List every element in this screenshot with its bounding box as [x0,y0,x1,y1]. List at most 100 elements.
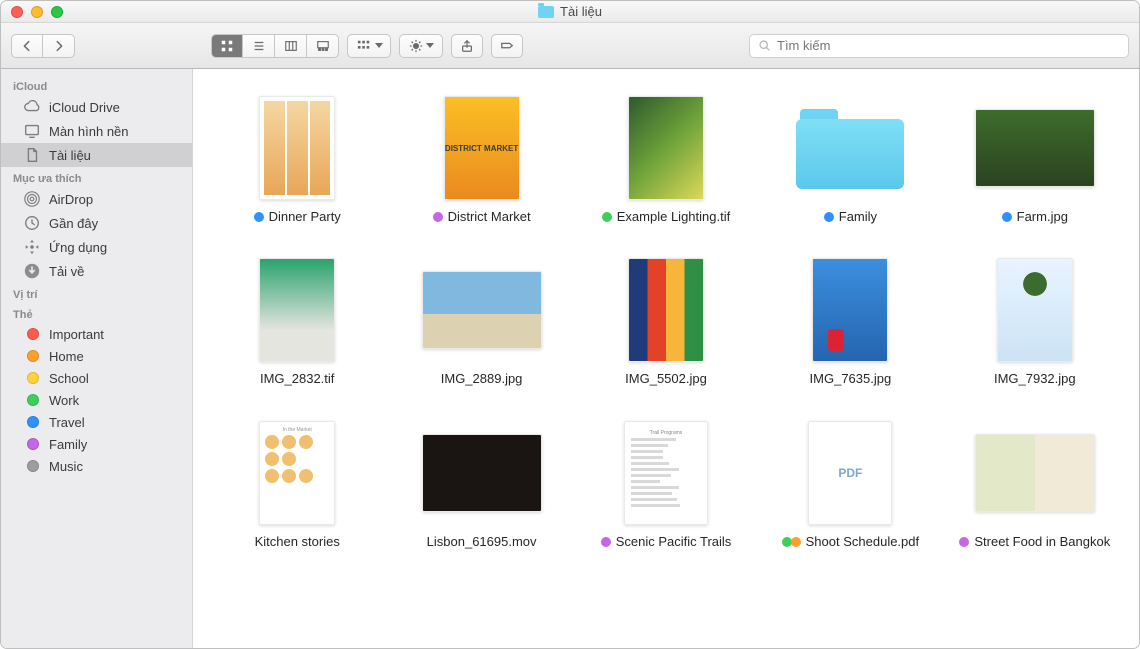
file-tag-dot [601,537,611,547]
sidebar-item-label: Gần đây [49,216,98,231]
airdrop-icon [23,190,41,208]
file-name: IMG_5502.jpg [625,371,707,387]
file-tag-dot [602,212,612,222]
action-button[interactable] [399,34,443,58]
titlebar[interactable]: Tài liệu [1,1,1139,23]
sidebar-section-icloud: iCloud [1,75,192,95]
file-name: Family [839,209,877,225]
file-item[interactable]: Example Lighting.tif [582,93,750,225]
file-label: Example Lighting.tif [602,209,730,225]
window-title: Tài liệu [1,4,1139,19]
file-thumbnail [975,93,1095,203]
file-thumbnail: In the Market [259,418,335,528]
back-button[interactable] [11,34,43,58]
sidebar-item-applications[interactable]: Ứng dụng [1,235,192,259]
sidebar-tag-family[interactable]: Family [1,433,192,455]
file-item[interactable]: Lisbon_61695.mov [397,418,565,550]
file-name: Dinner Party [269,209,341,225]
sidebar-tag-music[interactable]: Music [1,455,192,477]
tags-button[interactable] [491,34,523,58]
file-item[interactable]: IMG_5502.jpg [582,255,750,387]
sidebar-item-icloud-drive[interactable]: iCloud Drive [1,95,192,119]
sidebar-item-airdrop[interactable]: AirDrop [1,187,192,211]
sidebar-section-locations: Vị trí [1,283,192,303]
file-item[interactable]: Farm.jpg [951,93,1119,225]
sidebar-section-tags: Thẻ [1,303,192,323]
file-name: IMG_2889.jpg [441,371,523,387]
file-thumbnail: Trail Programs [624,418,708,528]
file-label: Lisbon_61695.mov [427,534,537,550]
file-item[interactable]: IMG_2889.jpg [397,255,565,387]
file-label: Kitchen stories [255,534,340,550]
file-item[interactable]: Family [766,93,934,225]
search-icon [758,39,771,52]
file-label: Scenic Pacific Trails [601,534,732,550]
sidebar-item-downloads[interactable]: Tải về [1,259,192,283]
file-item[interactable]: DISTRICT MARKETDistrict Market [397,93,565,225]
file-item[interactable]: IMG_7635.jpg [766,255,934,387]
file-label: Farm.jpg [1002,209,1068,225]
file-item[interactable]: IMG_2832.tif [213,255,381,387]
tag-label: Work [49,393,79,408]
gallery-view-button[interactable] [307,34,339,58]
file-label: IMG_2889.jpg [441,371,523,387]
file-thumbnail [422,418,542,528]
file-name: Example Lighting.tif [617,209,730,225]
file-item[interactable]: Trail Programs Scenic Pacific Trails [582,418,750,550]
file-thumbnail [808,418,892,528]
sidebar-item-label: Tài liệu [49,148,91,163]
column-view-button[interactable] [275,34,307,58]
file-label: Street Food in Bangkok [959,534,1110,550]
search-field[interactable] [749,34,1129,58]
file-name: Lisbon_61695.mov [427,534,537,550]
file-name: IMG_7932.jpg [994,371,1076,387]
desktop-icon [23,122,41,140]
chevron-down-icon [426,43,434,48]
file-item[interactable]: Dinner Party [213,93,381,225]
file-item[interactable]: In the Market Kitchen stories [213,418,381,550]
chevron-down-icon [375,43,383,48]
sidebar-tag-school[interactable]: School [1,367,192,389]
sidebar-tag-travel[interactable]: Travel [1,411,192,433]
sidebar: iCloud iCloud Drive Màn hình nền Tài liệ… [1,69,193,648]
file-label: Shoot Schedule.pdf [782,534,919,550]
file-thumbnail [975,418,1095,528]
list-view-button[interactable] [243,34,275,58]
tag-label: Important [49,327,104,342]
sidebar-tag-home[interactable]: Home [1,345,192,367]
sidebar-tag-important[interactable]: Important [1,323,192,345]
sidebar-item-label: Ứng dụng [49,240,107,255]
sidebar-tag-work[interactable]: Work [1,389,192,411]
tag-label: Music [49,459,83,474]
nav-buttons [11,34,75,58]
file-item[interactable]: Street Food in Bangkok [951,418,1119,550]
file-thumbnail [628,255,704,365]
tag-label: Home [49,349,84,364]
forward-button[interactable] [43,34,75,58]
file-thumbnail [997,255,1073,365]
icon-view-button[interactable] [211,34,243,58]
file-item[interactable]: IMG_7932.jpg [951,255,1119,387]
file-item[interactable]: Shoot Schedule.pdf [766,418,934,550]
share-button[interactable] [451,34,483,58]
sidebar-item-recents[interactable]: Gần đây [1,211,192,235]
arrange-button[interactable] [347,34,391,58]
tag-dot-icon [27,394,39,406]
cloud-icon [23,98,41,116]
sidebar-item-desktop[interactable]: Màn hình nền [1,119,192,143]
tag-label: Family [49,437,87,452]
file-tag-dot [959,537,969,547]
file-tag-dot [433,212,443,222]
file-name: Farm.jpg [1017,209,1068,225]
file-label: Family [824,209,877,225]
file-name: District Market [448,209,531,225]
document-icon [23,146,41,164]
file-tag-dot [824,212,834,222]
file-thumbnail [259,255,335,365]
search-input[interactable] [777,38,1120,53]
file-grid[interactable]: Dinner Party DISTRICT MARKETDistrict Mark… [193,69,1139,648]
file-tag-dot [791,537,801,547]
sidebar-item-documents[interactable]: Tài liệu [1,143,192,167]
file-name: Street Food in Bangkok [974,534,1110,550]
tag-label: School [49,371,89,386]
